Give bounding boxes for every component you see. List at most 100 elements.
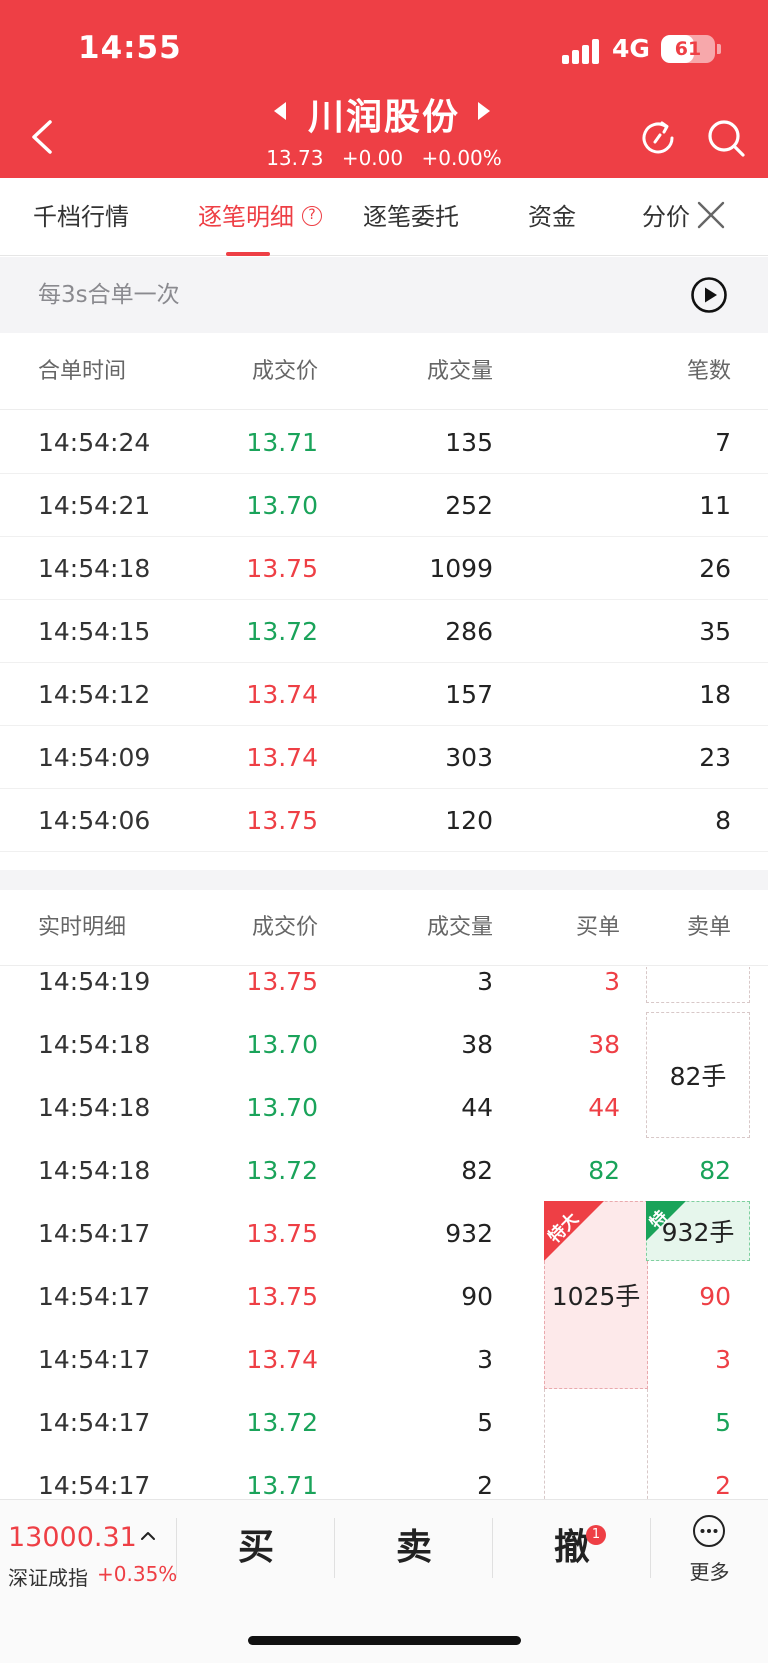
next-stock-button[interactable] [478,102,490,120]
refresh-icon [642,121,674,154]
trade-price: 13.74 [246,680,318,709]
trade-time: 14:54:17 [38,1282,151,1311]
sell-button[interactable]: 卖 [335,1500,493,1596]
trade-price: 13.70 [246,1093,318,1122]
table-row[interactable]: 14:54:18 13.70 44 44 [0,1076,768,1139]
stock-title: 川润股份 [307,97,460,138]
header-rt-volume: 成交量 [426,915,493,940]
trade-price: 13.75 [246,554,318,583]
table-row[interactable]: 14:54:18 13.70 38 38 [0,1013,768,1076]
active-tab-indicator [226,252,270,256]
trade-count: 11 [699,491,731,520]
merge-time: 14:54:15 [38,617,151,646]
header-sell-order: 卖单 [686,915,731,940]
trade-volume: 157 [445,680,493,709]
app-header: 14:55 4G 61 川润股份 13.73 +0.00 +0.00% [0,0,768,178]
buy-order-volume: 38 [588,1030,620,1059]
more-button[interactable]: 更多 [651,1500,768,1596]
header-volume: 成交量 [426,359,493,384]
buy-order-volume: 3 [604,967,620,996]
index-name: 深证成指 [8,1566,88,1590]
trade-volume: 2 [477,1471,493,1499]
trade-volume: 3 [477,1345,493,1374]
sell-order-volume: 2 [715,1471,731,1499]
section-gap [0,870,768,890]
tab-price-split[interactable]: 分价 [642,178,690,256]
trade-time: 14:54:17 [38,1345,151,1374]
trade-price: 13.74 [246,743,318,772]
sell-order-volume: 90 [699,1282,731,1311]
search-button[interactable] [704,116,748,160]
header-merge-time: 合单时间 [38,359,127,384]
buy-button[interactable]: 买 [177,1500,335,1596]
tab-capital[interactable]: 资金 [528,178,576,256]
close-button[interactable] [694,198,728,232]
table-row[interactable]: 14:54:21 13.70 252 11 [0,474,768,537]
trade-count: 7 [715,428,731,457]
trade-price: 13.74 [246,1345,318,1374]
merge-time: 14:54:18 [38,554,151,583]
cancel-button[interactable]: 撤 [493,1500,651,1596]
trade-volume: 286 [445,617,493,646]
buy-order-volume: 82 [588,1156,620,1185]
tab-tick-orders[interactable]: 逐笔委托 [363,178,459,256]
network-label: 4G [612,34,650,63]
header-price: 成交价 [251,359,318,384]
trade-price: 13.75 [246,1219,318,1248]
realtime-table-body[interactable]: 82手 特大 1025手 特 932手 14:54:19 13.75 3 3 14:54… [0,967,768,1499]
home-indicator[interactable] [248,1636,521,1645]
trade-volume: 44 [461,1093,493,1122]
table-row[interactable]: 14:54:18 13.75 1099 26 [0,537,768,600]
price-change: +0.00 [341,146,404,170]
trade-time: 14:54:17 [38,1408,151,1437]
merge-info-bar: 每3s合单一次 [0,257,768,333]
trade-price: 13.72 [246,1408,318,1437]
table-row[interactable]: 14:54:17 13.75 932 [0,1202,768,1265]
merge-time: 14:54:24 [38,428,151,457]
table-row[interactable]: 14:54:12 13.74 157 18 [0,663,768,726]
refresh-button[interactable] [636,116,680,160]
table-row[interactable]: 14:54:17 13.72 5 5 [0,1391,768,1454]
trade-time: 14:54:17 [38,1471,151,1499]
table-row[interactable]: 14:54:15 13.72 286 35 [0,600,768,663]
tab-order-book[interactable]: 千档行情 [33,178,129,256]
merged-table-header: 合单时间 成交价 成交量 笔数 [0,334,768,410]
table-row[interactable]: 14:54:09 13.74 303 23 [0,726,768,789]
table-row[interactable]: 14:54:19 13.75 3 3 [0,967,768,1013]
merge-time: 14:54:21 [38,491,151,520]
play-button[interactable] [690,276,728,314]
help-icon[interactable]: ? [302,206,322,226]
index-value[interactable]: 13000.31 [8,1522,137,1553]
status-time: 14:55 [78,30,182,66]
trade-price: 13.72 [246,617,318,646]
trade-time: 14:54:19 [38,967,151,996]
tab-tick-detail[interactable]: 逐笔明细? [198,178,322,256]
trade-time: 14:54:18 [38,1093,151,1122]
battery-icon: 61 [661,35,715,63]
table-row[interactable]: 14:54:17 13.75 90 90 [0,1265,768,1328]
trade-volume: 135 [445,428,493,457]
table-row[interactable]: 14:54:18 13.72 82 82 82 [0,1139,768,1202]
cancel-badge: 1 [586,1525,606,1545]
battery-level: 61 [674,38,702,60]
trade-volume: 3 [477,967,493,996]
price-change-pct: +0.00% [421,146,502,170]
close-icon [697,201,725,229]
table-row[interactable]: 14:54:24 13.71 135 7 [0,411,768,474]
trade-volume: 5 [477,1408,493,1437]
header-count: 笔数 [686,359,731,384]
trade-price: 13.75 [246,1282,318,1311]
trade-time: 14:54:18 [38,1156,151,1185]
trade-price: 13.71 [246,428,318,457]
table-row[interactable]: 14:54:17 13.71 2 2 [0,1454,768,1499]
trade-volume: 120 [445,806,493,835]
chevron-up-icon[interactable] [140,1528,156,1544]
trade-time: 14:54:18 [38,1030,151,1059]
trade-volume: 82 [461,1156,493,1185]
sell-order-volume: 5 [715,1408,731,1437]
table-row[interactable]: 14:54:06 13.75 120 8 [0,789,768,852]
tab-bar: 千档行情 逐笔明细? 逐笔委托 资金 分价 [0,178,768,256]
table-row[interactable]: 14:54:17 13.74 3 3 [0,1328,768,1391]
tab-tick-detail-label: 逐笔明细 [198,203,294,231]
merge-interval-text: 每3s合单一次 [38,282,180,308]
